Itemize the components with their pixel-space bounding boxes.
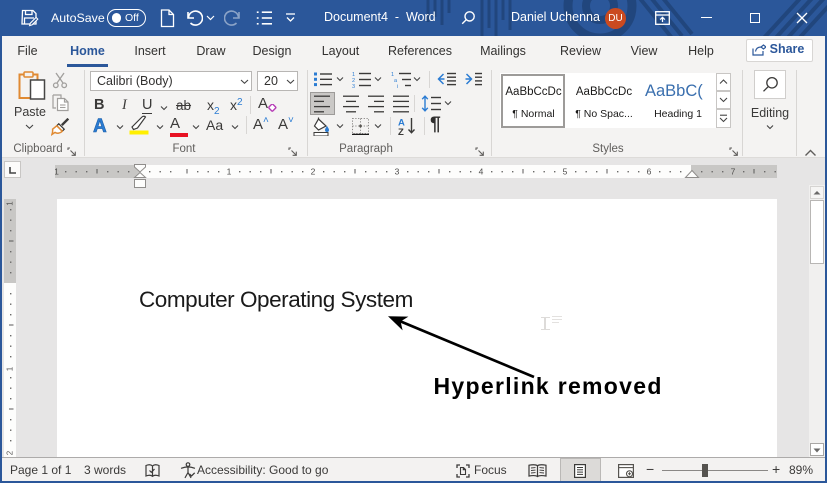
svg-text:A: A xyxy=(93,116,107,135)
svg-text:i: i xyxy=(397,84,398,88)
svg-text:1: 1 xyxy=(6,201,15,206)
svg-text:1: 1 xyxy=(227,167,232,177)
svg-text:2: 2 xyxy=(311,167,316,177)
svg-text:1: 1 xyxy=(55,167,59,177)
svg-text:5: 5 xyxy=(563,167,568,177)
svg-text:7: 7 xyxy=(731,167,736,177)
svg-text:3: 3 xyxy=(352,84,355,88)
svg-text:6: 6 xyxy=(647,167,652,177)
svg-text:Z: Z xyxy=(398,127,404,136)
svg-text:1: 1 xyxy=(6,366,15,371)
svg-text:2: 2 xyxy=(6,450,15,455)
svg-text:4: 4 xyxy=(479,167,484,177)
svg-text:3: 3 xyxy=(395,167,400,177)
